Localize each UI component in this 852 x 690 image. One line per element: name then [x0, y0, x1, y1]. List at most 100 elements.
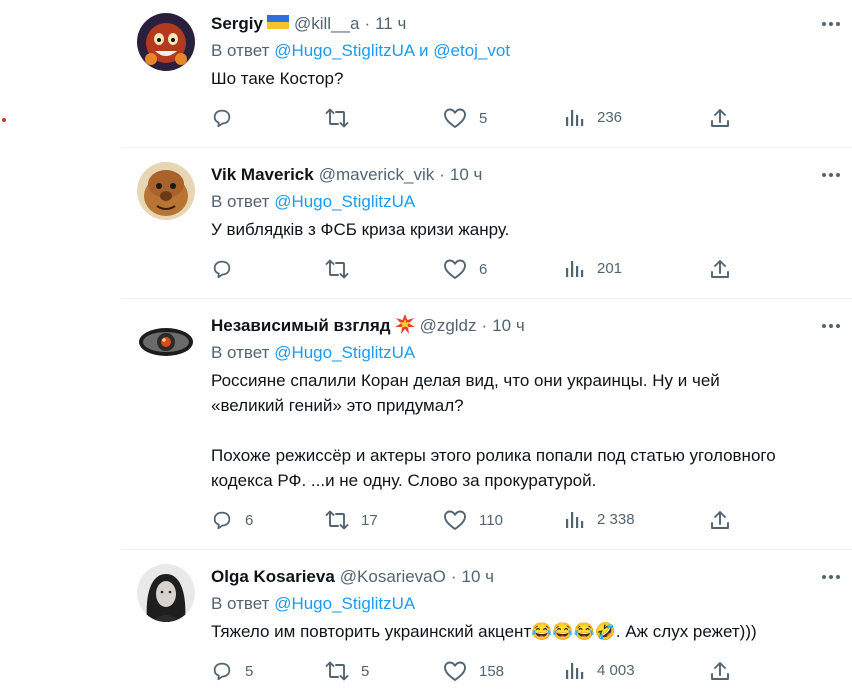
collision-icon [394, 313, 415, 339]
share-icon [709, 509, 731, 531]
more-icon[interactable] [818, 565, 844, 589]
reply-button[interactable] [211, 258, 245, 280]
like-count: 158 [479, 662, 505, 680]
separator-dot: · [481, 316, 488, 335]
reply-icon [211, 107, 233, 129]
tweet-text: Шо таке Костор? [211, 69, 344, 88]
more-icon[interactable] [818, 314, 844, 338]
avatar[interactable] [137, 313, 195, 371]
share-icon [709, 107, 731, 129]
author-name[interactable]: Olga Kosarieva [211, 567, 335, 587]
share-icon [709, 258, 731, 280]
share-button[interactable] [709, 509, 731, 531]
author-handle[interactable]: @zgldz [420, 316, 477, 336]
reply-button[interactable]: 5 [211, 660, 253, 682]
mention-link[interactable]: @Hugo_StiglitzUA [274, 594, 415, 613]
separator-dot: · [439, 165, 445, 184]
views-button[interactable]: 4 003 [565, 660, 635, 680]
reply-button[interactable]: 6 [211, 509, 253, 531]
reply-icon [211, 258, 233, 280]
reply-feed: Sergiy @kill__a · 11 ч В ответ @Hugo_Sti… [121, 0, 852, 686]
separator-dot: · [450, 567, 457, 586]
author-handle[interactable]: @kill__a [294, 14, 359, 34]
separator-dot: · [364, 14, 371, 33]
stray-dot [2, 118, 6, 122]
share-button[interactable] [709, 258, 731, 280]
tweet-text: У виблядків з ФСБ криза кризи жанру. [211, 220, 510, 239]
tweet[interactable]: Sergiy @kill__a · 11 ч В ответ @Hugo_Sti… [121, 0, 852, 148]
tweet-text: Тяжело им повторить украинский акцент😂😂😂… [211, 622, 757, 641]
views-count: 201 [597, 259, 623, 277]
timestamp[interactable]: 10 ч [462, 567, 495, 587]
views-button[interactable]: 236 [565, 107, 622, 127]
timestamp[interactable]: 11 ч [375, 14, 406, 34]
retweet-button[interactable] [325, 107, 361, 129]
like-icon [443, 258, 467, 280]
views-button[interactable]: 201 [565, 258, 622, 278]
like-button[interactable]: 110 [443, 509, 503, 531]
author-name[interactable]: Независимый взгляд [211, 316, 391, 336]
author-handle[interactable]: @maverick_vik [319, 165, 435, 185]
tweet[interactable]: Olga Kosarieva @KosarievaO · 10 ч В отве… [121, 550, 852, 690]
like-icon [443, 107, 467, 129]
reply-prefix: В ответ [211, 343, 270, 362]
views-icon [565, 509, 585, 529]
views-icon [565, 107, 585, 127]
like-icon [443, 660, 467, 682]
share-icon [709, 660, 731, 682]
reply-and: и [419, 41, 429, 60]
mention-link[interactable]: @Hugo_StiglitzUA [274, 41, 414, 60]
like-button[interactable]: 6 [443, 258, 487, 280]
like-button[interactable]: 5 [443, 107, 487, 129]
reply-count: 5 [245, 662, 254, 680]
retweet-icon [325, 509, 349, 531]
reply-prefix: В ответ [211, 192, 270, 211]
tweet[interactable]: Vik Maverick @maverick_vik · 10 ч В отве… [121, 148, 852, 299]
reply-prefix: В ответ [211, 41, 270, 60]
author-name[interactable]: Vik Maverick [211, 165, 314, 185]
mention-link[interactable]: @Hugo_StiglitzUA [274, 343, 415, 362]
retweet-count: 17 [361, 511, 378, 529]
more-icon[interactable] [818, 12, 844, 36]
reply-context: В ответ @Hugo_StiglitzUA [211, 189, 844, 215]
reply-context: В ответ @Hugo_StiglitzUA [211, 591, 844, 617]
like-count: 110 [479, 511, 503, 529]
retweet-icon [325, 258, 349, 280]
reply-button[interactable] [211, 107, 245, 129]
more-icon[interactable] [818, 163, 844, 187]
views-count: 4 003 [597, 661, 635, 679]
retweet-button[interactable]: 5 [325, 660, 369, 682]
views-count: 2 338 [597, 510, 635, 528]
reply-icon [211, 509, 233, 531]
ukraine-flag-icon [266, 14, 289, 34]
like-icon [443, 509, 467, 531]
tweet-text: Россияне спалили Коран делая вид, что он… [211, 371, 776, 490]
share-button[interactable] [709, 107, 731, 129]
avatar[interactable] [137, 162, 195, 220]
retweet-button[interactable] [325, 258, 361, 280]
views-icon [565, 258, 585, 278]
share-button[interactable] [709, 660, 731, 682]
author-handle[interactable]: @KosarievaO [340, 567, 446, 587]
mention-link[interactable]: @Hugo_StiglitzUA [274, 192, 415, 211]
reply-prefix: В ответ [211, 594, 270, 613]
like-button[interactable]: 158 [443, 660, 504, 682]
retweet-count: 5 [361, 662, 370, 680]
avatar[interactable] [137, 13, 195, 71]
tweet[interactable]: Независимый взгляд @zgldz · 10 ч В ответ… [121, 299, 852, 550]
retweet-icon [325, 660, 349, 682]
author-name[interactable]: Sergiy [211, 14, 263, 34]
like-count: 5 [479, 109, 488, 127]
retweet-button[interactable]: 17 [325, 509, 378, 531]
avatar[interactable] [137, 564, 195, 622]
views-count: 236 [597, 108, 623, 126]
like-count: 6 [479, 260, 488, 278]
timestamp[interactable]: 10 ч [492, 316, 525, 336]
views-icon [565, 660, 585, 680]
mention-link[interactable]: @etoj_vot [433, 41, 510, 60]
retweet-icon [325, 107, 349, 129]
reply-context: В ответ @Hugo_StiglitzUA и @etoj_vot [211, 38, 844, 64]
timestamp[interactable]: 10 ч [450, 165, 483, 185]
views-button[interactable]: 2 338 [565, 509, 635, 529]
reply-icon [211, 660, 233, 682]
